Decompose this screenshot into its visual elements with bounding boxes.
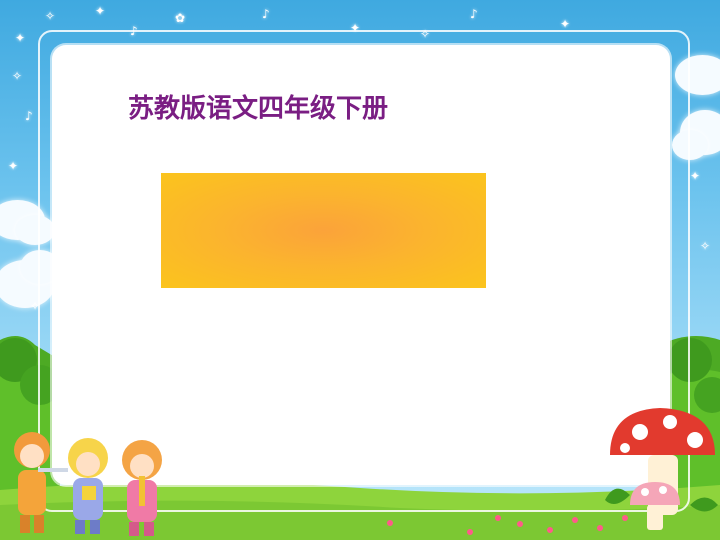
slide-title: 苏教版语文四年级下册: [128, 94, 389, 124]
kid-right: [122, 440, 162, 536]
kid-left: [14, 432, 68, 533]
slide-canvas: ✦ ✧ ✦ ♪ ✿ ♪ ✦ ♪ ✧ ✦ ✧ ♪ ✦ ✧ ✦ ✧ 苏教版语文四年级…: [0, 0, 720, 540]
cartoon-kids-illustration: [14, 432, 162, 536]
kid-middle: [68, 438, 108, 534]
orange-gradient-box[interactable]: [161, 173, 486, 288]
mushroom-illustration: [605, 408, 718, 530]
